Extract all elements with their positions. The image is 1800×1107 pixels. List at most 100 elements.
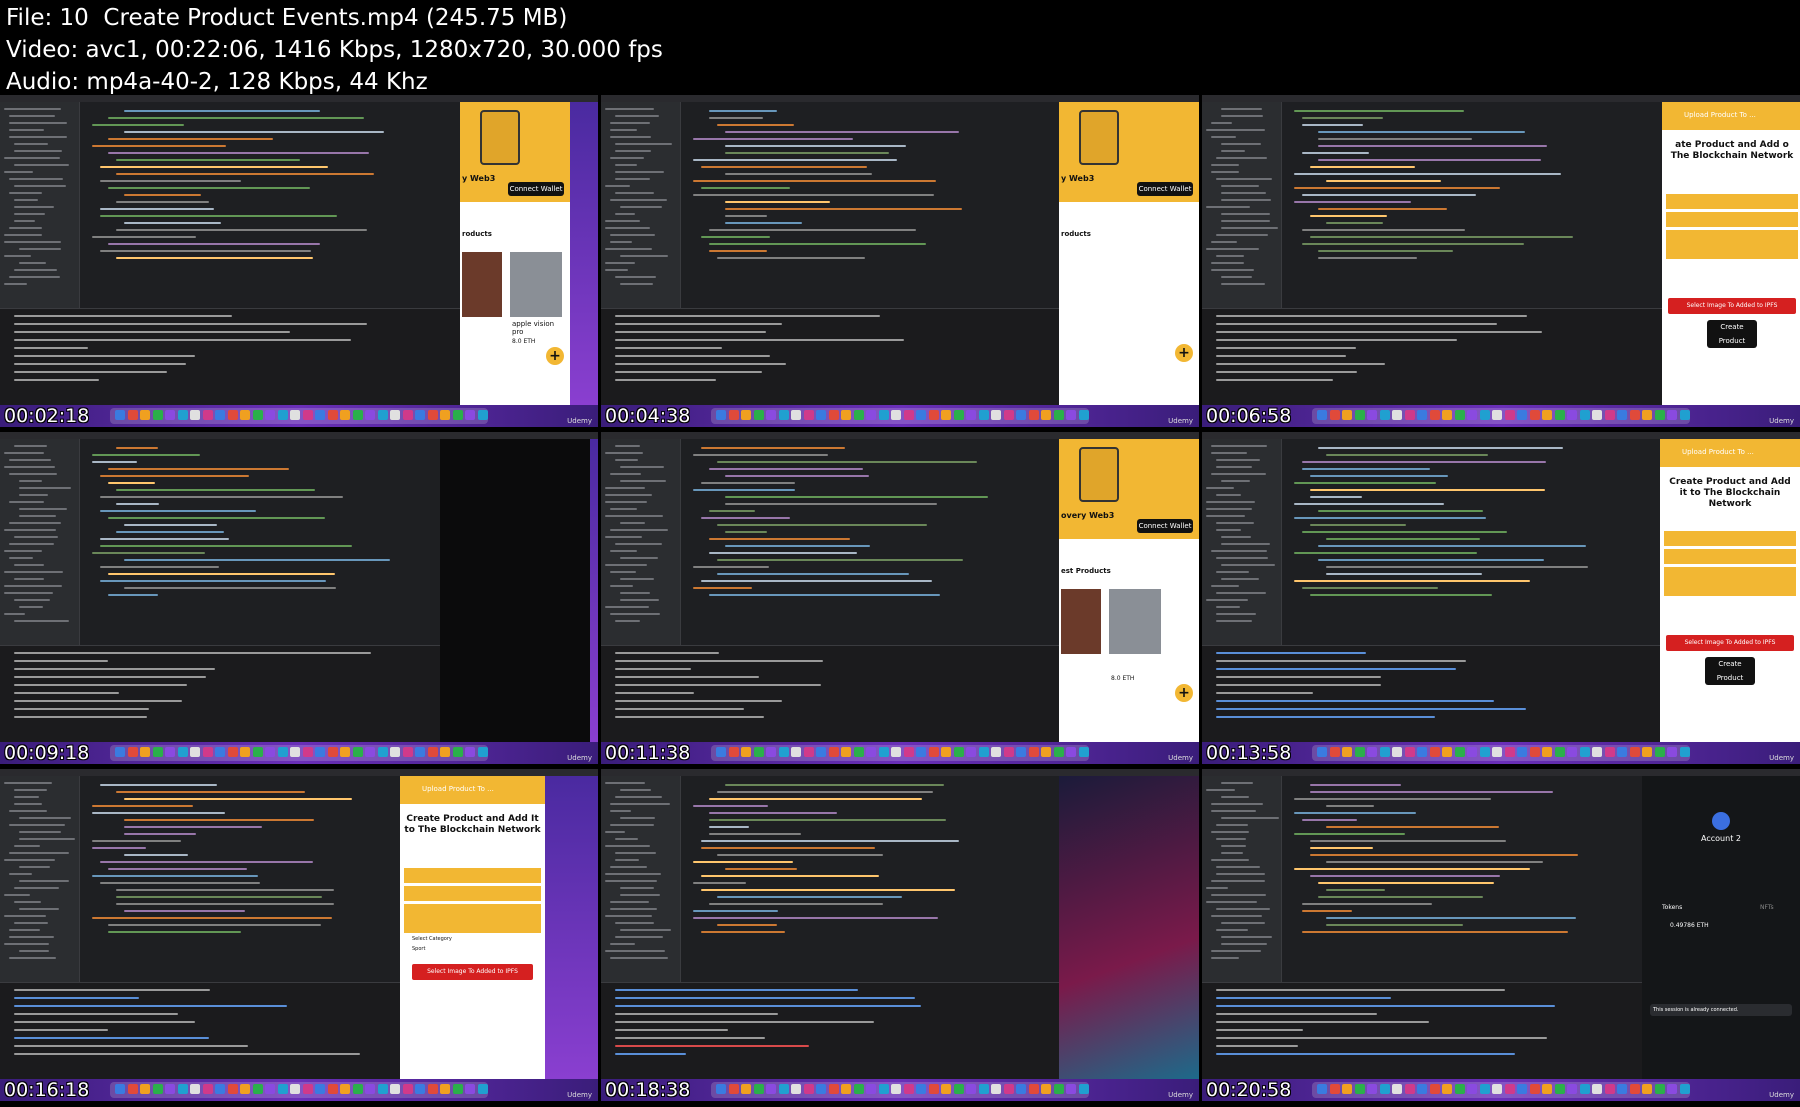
dock-app-icon[interactable]: [916, 1084, 926, 1094]
dock-app-icon[interactable]: [978, 747, 989, 757]
dock-app-icon[interactable]: [227, 747, 238, 757]
dock-app-icon[interactable]: [1066, 1084, 1076, 1094]
dock-app-icon[interactable]: [841, 410, 851, 420]
dock-app-icon[interactable]: [1592, 747, 1602, 757]
dock-app-icon[interactable]: [1517, 1084, 1527, 1094]
dock-app-icon[interactable]: [1542, 747, 1552, 757]
dock-app-icon[interactable]: [1442, 747, 1452, 757]
simulator-screen[interactable]: y Web3 Connect Wallet roducts +: [1059, 102, 1199, 405]
dock-app-icon[interactable]: [1379, 747, 1390, 757]
dock-app-icon[interactable]: [903, 747, 914, 757]
dock-app-icon[interactable]: [966, 1084, 976, 1094]
dock-app-icon[interactable]: [953, 1084, 964, 1094]
dock-app-icon[interactable]: [1529, 1084, 1540, 1094]
dock-app-icon[interactable]: [866, 747, 876, 757]
dock-app-icon[interactable]: [415, 410, 425, 420]
dock-app-icon[interactable]: [427, 1084, 438, 1094]
video-thumbnail[interactable]: Upload Product To ... Create Product and …: [1202, 432, 1800, 764]
dock-app-icon[interactable]: [916, 410, 926, 420]
dock-app-icon[interactable]: [1028, 1084, 1039, 1094]
dock-app-icon[interactable]: [1003, 747, 1014, 757]
dock-app-icon[interactable]: [1667, 747, 1677, 757]
dock-app-icon[interactable]: [753, 747, 764, 757]
dock-app-icon[interactable]: [816, 747, 826, 757]
dock-app-icon[interactable]: [140, 1084, 150, 1094]
dock-app-icon[interactable]: [315, 747, 325, 757]
dock-app-icon[interactable]: [1317, 747, 1327, 757]
dock-app-icon[interactable]: [327, 747, 338, 757]
dock-app-icon[interactable]: [1567, 410, 1577, 420]
dock-app-icon[interactable]: [465, 747, 475, 757]
dock-app-icon[interactable]: [327, 410, 338, 420]
form-field[interactable]: [1664, 567, 1796, 597]
dock-app-icon[interactable]: [903, 410, 914, 420]
dock-app-icon[interactable]: [1053, 1084, 1064, 1094]
dock-app-icon[interactable]: [365, 1084, 375, 1094]
dock-app-icon[interactable]: [202, 747, 213, 757]
dock-app-icon[interactable]: [841, 1084, 851, 1094]
dock-app-icon[interactable]: [365, 410, 375, 420]
dock-app-icon[interactable]: [1429, 1084, 1440, 1094]
dock-app-icon[interactable]: [1417, 410, 1427, 420]
dock-app-icon[interactable]: [816, 410, 826, 420]
dock-app-icon[interactable]: [903, 1084, 914, 1094]
dock-app-icon[interactable]: [465, 1084, 475, 1094]
video-thumbnail[interactable]: Upload Product To ... ate Product and Add…: [1202, 95, 1800, 427]
dock-app-icon[interactable]: [803, 1084, 814, 1094]
form-field[interactable]: [1664, 549, 1796, 565]
dock-app-icon[interactable]: [728, 747, 739, 757]
dock-app-icon[interactable]: [1654, 1084, 1665, 1094]
connect-wallet-button[interactable]: Connect Wallet: [508, 182, 564, 196]
dock-app-icon[interactable]: [202, 1084, 213, 1094]
dock-app-icon[interactable]: [1654, 747, 1665, 757]
dock-app-icon[interactable]: [878, 747, 889, 757]
dock-app-icon[interactable]: [1066, 747, 1076, 757]
dock-app-icon[interactable]: [290, 1084, 300, 1094]
dock-app-icon[interactable]: [1579, 410, 1590, 420]
simulator-screen[interactable]: Upload Product To ... ate Product and Add…: [1662, 102, 1800, 405]
dock-app-icon[interactable]: [1429, 410, 1440, 420]
dock-app-icon[interactable]: [991, 410, 1001, 420]
dock-app-icon[interactable]: [390, 410, 400, 420]
dock-app-icon[interactable]: [1629, 1084, 1640, 1094]
dock-app-icon[interactable]: [315, 1084, 325, 1094]
dock-app-icon[interactable]: [1078, 1084, 1089, 1094]
dock-app-icon[interactable]: [1317, 410, 1327, 420]
dock-app-icon[interactable]: [1479, 1084, 1490, 1094]
dock-app-icon[interactable]: [240, 747, 250, 757]
dock-app-icon[interactable]: [1392, 410, 1402, 420]
dock-app-icon[interactable]: [227, 410, 238, 420]
dock-app-icon[interactable]: [1053, 410, 1064, 420]
dock-app-icon[interactable]: [1504, 1084, 1515, 1094]
dock-app-icon[interactable]: [1529, 410, 1540, 420]
dock-app-icon[interactable]: [1592, 1084, 1602, 1094]
dock-app-icon[interactable]: [991, 1084, 1001, 1094]
dock-app-icon[interactable]: [1667, 410, 1677, 420]
dock-app-icon[interactable]: [978, 410, 989, 420]
dock-app-icon[interactable]: [302, 410, 313, 420]
dock-app-icon[interactable]: [1078, 747, 1089, 757]
dock-app-icon[interactable]: [265, 1084, 275, 1094]
dock-app-icon[interactable]: [352, 1084, 363, 1094]
dock-app-icon[interactable]: [1604, 410, 1615, 420]
dock-app-icon[interactable]: [1367, 410, 1377, 420]
dock-app-icon[interactable]: [1442, 410, 1452, 420]
dock-app-icon[interactable]: [1554, 747, 1565, 757]
simulator-screen[interactable]: [440, 439, 590, 742]
dock-app-icon[interactable]: [866, 1084, 876, 1094]
dock-app-icon[interactable]: [152, 410, 163, 420]
dock-app-icon[interactable]: [1404, 410, 1415, 420]
video-thumbnail[interactable]: Upload Product To ... Create Product and …: [0, 769, 598, 1101]
dock-app-icon[interactable]: [1517, 410, 1527, 420]
dock-app-icon[interactable]: [728, 410, 739, 420]
dock-app-icon[interactable]: [377, 747, 388, 757]
dock-app-icon[interactable]: [728, 1084, 739, 1094]
dock-app-icon[interactable]: [853, 747, 864, 757]
dock-app-icon[interactable]: [1016, 1084, 1026, 1094]
dock-app-icon[interactable]: [1317, 1084, 1327, 1094]
dock-app-icon[interactable]: [1667, 1084, 1677, 1094]
dock-app-icon[interactable]: [1392, 1084, 1402, 1094]
dock-app-icon[interactable]: [1329, 1084, 1340, 1094]
form-field[interactable]: [1666, 230, 1798, 260]
form-field[interactable]: [404, 868, 541, 884]
